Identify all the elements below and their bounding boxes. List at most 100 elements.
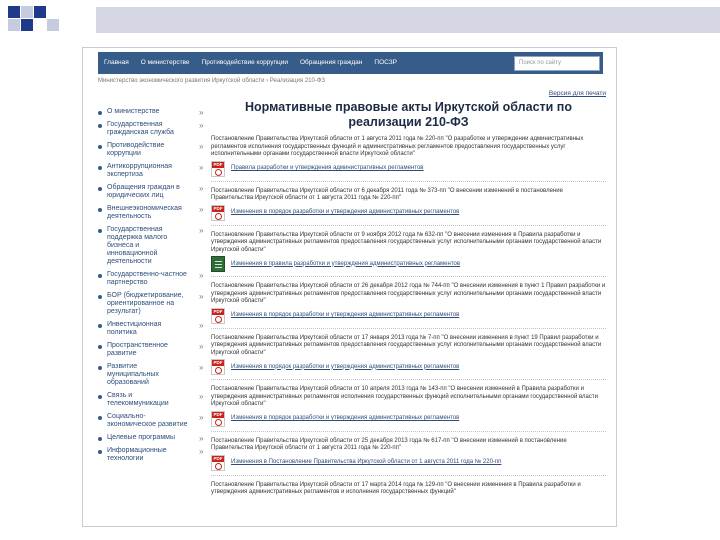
sidebar-item-label: Развитие муниципальных образований [107, 363, 159, 386]
document-entry: Постановление Правительства Иркутской об… [211, 136, 606, 182]
search-input[interactable]: Поиск по сайту [514, 55, 600, 71]
document-description: Постановление Правительства Иркутской об… [211, 231, 602, 253]
document-link-row: PDF Изменения в порядок разработки и утв… [211, 410, 606, 427]
divider [211, 379, 606, 380]
document-entry: Постановление Правительства Иркутской об… [211, 438, 606, 476]
print-version-link[interactable]: Версия для печати [549, 90, 606, 97]
pdf-icon[interactable]: PDF [211, 410, 225, 427]
sidebar-item[interactable]: Инвестиционная политика » [98, 321, 208, 337]
document-entry: Постановление Правительства Иркутской об… [211, 335, 606, 380]
divider [211, 430, 606, 432]
deco-square [47, 19, 59, 31]
double-chevron-icon: » [199, 142, 204, 151]
document-link-row: PDF Правила разработки и утверждения адм… [211, 160, 606, 177]
sidebar-item-label: Связь и телекоммуникации [107, 392, 169, 407]
bullet-icon [98, 345, 102, 349]
presentation-slide: Главная О министерстве Противодействие к… [0, 0, 720, 540]
double-chevron-icon: » [199, 121, 204, 130]
sidebar-item-label: О министерстве [107, 108, 160, 115]
website-screenshot: Главная О министерстве Противодействие к… [82, 47, 617, 527]
document-link[interactable]: Изменения в порядок разработки и утвержд… [231, 312, 459, 319]
document-entry: Постановление Правительства Иркутской об… [211, 231, 606, 277]
sidebar-item-label: Инвестиционная политика [107, 321, 162, 336]
document-link[interactable]: Изменения в порядок разработки и утвержд… [231, 364, 459, 371]
double-chevron-icon: » [199, 292, 204, 301]
bullet-icon [98, 208, 102, 212]
document-entry: Постановление Правительства Иркутской об… [211, 188, 606, 226]
document-description: Постановление Правительства Иркутской об… [211, 136, 584, 157]
sidebar-item-label: Целевые программы [107, 434, 175, 441]
nav-item-appeals[interactable]: Обращения граждан [294, 52, 368, 74]
nav-item-home[interactable]: Главная [98, 52, 135, 74]
pdf-icon[interactable]: PDF [211, 454, 225, 471]
sidebar-item[interactable]: Социально-экономическое развитие » [98, 413, 208, 429]
pdf-icon[interactable]: PDF [211, 359, 225, 375]
sidebar-item[interactable]: Государственная поддержка малого бизнеса… [98, 226, 208, 266]
sidebar-item-label: Пространственное развитие [107, 342, 168, 357]
bullet-icon [98, 324, 102, 328]
double-chevron-icon: » [199, 226, 204, 235]
bullet-icon [98, 145, 102, 149]
sidebar-item-label: Информационные технологии [107, 447, 167, 462]
deco-square [8, 19, 20, 31]
double-chevron-icon: » [199, 434, 204, 443]
sidebar-item[interactable]: О министерстве » [98, 108, 208, 117]
deco-square [21, 19, 33, 31]
bullet-icon [98, 229, 102, 233]
divider [211, 276, 606, 277]
sidebar-item[interactable]: Развитие муниципальных образований » [98, 363, 208, 387]
double-chevron-icon: » [199, 447, 204, 456]
double-chevron-icon: » [199, 271, 204, 280]
document-link[interactable]: Изменения в правила разработки и утвержд… [231, 261, 460, 268]
nav-item-about[interactable]: О министерстве [135, 52, 196, 74]
pdf-icon[interactable]: PDF [211, 307, 225, 324]
breadcrumb: Министерство экономического развития Ирк… [98, 78, 326, 84]
slide-decoration [0, 0, 720, 40]
deco-bar [96, 7, 720, 33]
pdf-icon[interactable]: PDF [211, 204, 225, 221]
double-chevron-icon: » [199, 108, 204, 117]
double-chevron-icon: » [199, 413, 204, 422]
sidebar-item-label: Государственная гражданская служба [107, 121, 174, 136]
bullet-icon [98, 166, 102, 170]
sidebar-item[interactable]: Связь и телекоммуникации » [98, 392, 208, 408]
document-entry: Постановление Правительства Иркутской об… [211, 283, 606, 329]
double-chevron-icon: » [199, 342, 204, 351]
document-link-row: PDF Изменения в порядок разработки и утв… [211, 204, 606, 221]
pdf-icon[interactable]: PDF [211, 160, 225, 177]
sidebar-item-label: Противодействие коррупции [107, 142, 165, 157]
document-entry: Постановление Правительства Иркутской об… [211, 386, 606, 432]
nav-item-poszr[interactable]: ПОСЗР [368, 52, 403, 74]
bullet-icon [98, 111, 102, 115]
document-link[interactable]: Изменения в Постановление Правительства … [231, 459, 501, 466]
double-chevron-icon: » [199, 184, 204, 193]
document-link[interactable]: Изменения в порядок разработки и утвержд… [231, 209, 459, 216]
nav-item-anticorruption[interactable]: Противодействие коррупции [196, 52, 294, 74]
sidebar-item-label: Государственная поддержка малого бизнеса… [107, 226, 168, 265]
sidebar-item[interactable]: Государственная гражданская служба » [98, 121, 208, 137]
double-chevron-icon: » [199, 363, 204, 372]
document-description: Постановление Правительства Иркутской об… [211, 187, 563, 202]
bullet-icon [98, 395, 102, 399]
sidebar-item[interactable]: Внешнеэкономическая деятельность » [98, 205, 208, 221]
document-link-row: PDF Изменения в Постановление Правительс… [211, 454, 606, 471]
bullet-icon [98, 187, 102, 191]
main-content: Версия для печати Нормативные правовые а… [211, 90, 606, 497]
sidebar-item[interactable]: Целевые программы » [98, 434, 208, 443]
top-navigation: Главная О министерстве Противодействие к… [98, 52, 603, 74]
spreadsheet-icon[interactable] [211, 256, 225, 272]
sidebar-item[interactable]: БОР (бюджетирование, ориентированное на … [98, 292, 208, 316]
sidebar-item[interactable]: Пространственное развитие » [98, 342, 208, 358]
double-chevron-icon: » [199, 163, 204, 172]
sidebar-item[interactable]: Антикоррупционная экспертиза » [98, 163, 208, 179]
sidebar-item-label: Антикоррупционная экспертиза [107, 163, 172, 178]
sidebar-item[interactable]: Информационные технологии » [98, 447, 208, 463]
sidebar-item[interactable]: Противодействие коррупции » [98, 142, 208, 158]
sidebar-item[interactable]: Государственно-частное партнерство » [98, 271, 208, 287]
document-link[interactable]: Правила разработки и утверждения админис… [231, 165, 424, 172]
bullet-icon [98, 295, 102, 299]
document-link[interactable]: Изменения в порядок разработки и утвержд… [231, 415, 459, 422]
sidebar-item-label: Внешнеэкономическая деятельность [107, 205, 182, 220]
document-entry: Постановление Правительства Иркутской об… [211, 482, 606, 497]
sidebar-item[interactable]: Обращения граждан в юридических лиц » [98, 184, 208, 200]
